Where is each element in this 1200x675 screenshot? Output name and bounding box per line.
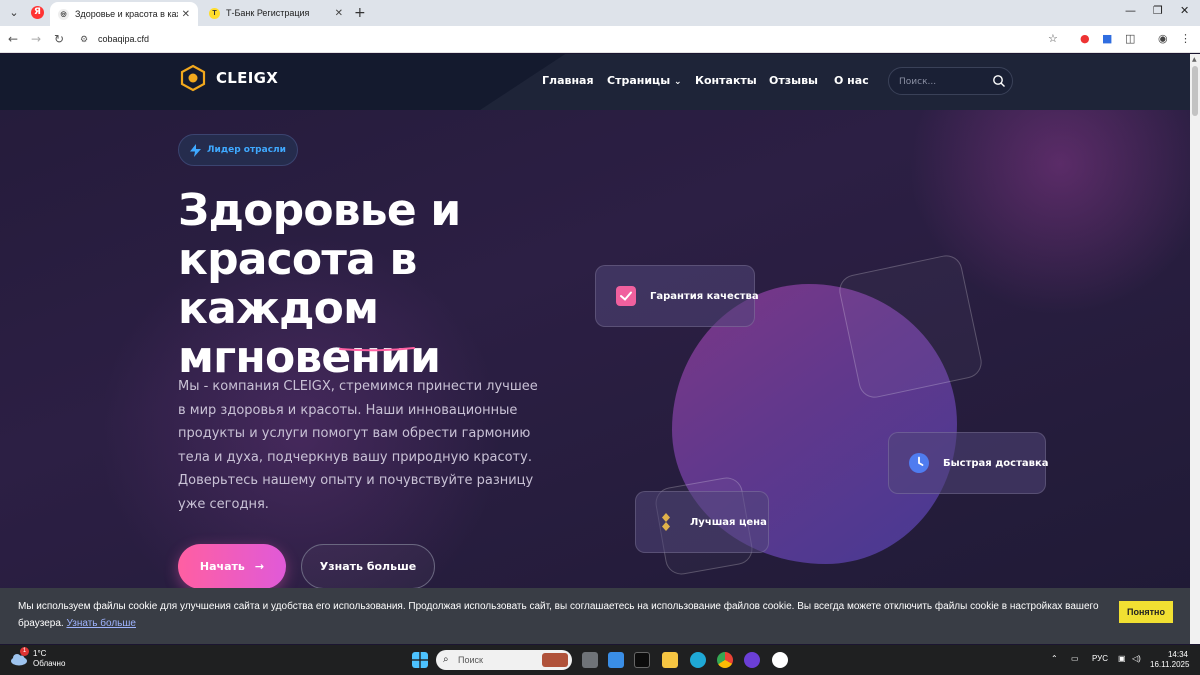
terminal-icon[interactable] [634, 652, 650, 668]
arrow-right-icon: → [254, 560, 265, 573]
store-icon[interactable] [608, 652, 624, 668]
maximize-icon[interactable]: ❐ [1153, 4, 1163, 17]
site-search [888, 67, 1013, 95]
minimize-icon[interactable]: — [1125, 4, 1136, 17]
windows-taskbar: 1 1°C Облачно ⌕ Поиск ⌃ ▭ РУС ▣ ◁) 14:34… [0, 645, 1200, 675]
tab-active[interactable]: ◎ Здоровье и красота в каждом ✕ [50, 2, 198, 26]
nav-about[interactable]: О нас [834, 74, 869, 87]
web-page: CLEIGX Главная Страницы ⌄ Контакты Отзыв… [0, 54, 1190, 644]
start-button[interactable]: Начать → [178, 544, 286, 589]
feature-label: Гарантия качества [650, 290, 759, 302]
task-view-icon[interactable] [582, 652, 598, 668]
nav-contacts[interactable]: Контакты [695, 74, 757, 87]
tray-chevron-icon[interactable]: ⌃ [1051, 654, 1058, 663]
check-icon [616, 286, 636, 306]
weather-temp: 1°C [33, 649, 47, 658]
feature-label: Быстрая доставка [943, 457, 1049, 469]
lightning-icon [190, 143, 202, 157]
url-text: cobaqipa.cfd [98, 34, 150, 44]
notification-badge: 1 [20, 647, 29, 656]
tab-title: Т-Банк Регистрация [226, 8, 310, 18]
nav-reviews[interactable]: Отзывы [769, 74, 818, 87]
diamond-icon [662, 513, 670, 531]
cookie-learn-more-link[interactable]: Узнать больше [66, 618, 136, 629]
site-header: CLEIGX Главная Страницы ⌄ Контакты Отзыв… [0, 54, 1190, 110]
feature-card-delivery: Быстрая доставка [888, 432, 1049, 494]
language-indicator[interactable]: РУС [1092, 654, 1108, 663]
close-window-icon[interactable]: ✕ [1180, 4, 1189, 17]
hero-title: Здоровье и красота в каждом мгновении [178, 185, 461, 383]
page-scrollbar[interactable]: ▲ [1190, 54, 1200, 644]
title-underline [339, 347, 415, 352]
learn-more-label: Узнать больше [319, 560, 417, 573]
search-icon[interactable] [992, 74, 1006, 88]
clock-icon [909, 453, 929, 473]
cookie-accept-button[interactable]: Понятно [1119, 601, 1173, 623]
scroll-up-icon[interactable]: ▲ [1192, 56, 1197, 63]
badge-label: Лидер отрасли [207, 145, 286, 155]
start-button-label: Начать [199, 560, 245, 573]
keyboard-icon[interactable]: ▭ [1071, 654, 1079, 663]
site-info-icon[interactable]: ⚙ [80, 29, 88, 50]
reload-icon[interactable]: ↻ [54, 32, 64, 46]
clock-time: 14:34 [1167, 650, 1188, 659]
tab-search-icon[interactable]: ⌄ [6, 5, 22, 21]
profile-icon[interactable]: ◉ [1158, 32, 1168, 45]
edge-icon[interactable] [690, 652, 706, 668]
weather-condition: Облачно [33, 659, 66, 668]
hero-description: Мы - компания CLEIGX, стремимся принести… [178, 379, 538, 512]
search-icon: ⌕ [443, 654, 449, 665]
logo-text: CLEIGX [216, 69, 279, 87]
forward-icon[interactable]: → [31, 32, 41, 46]
nav-pages[interactable]: Страницы ⌄ [607, 74, 682, 87]
file-explorer-icon[interactable] [662, 652, 678, 668]
new-tab-icon[interactable]: + [354, 5, 366, 21]
decor-frame [836, 252, 985, 401]
hexagon-logo-icon [180, 64, 206, 92]
alice-icon[interactable] [744, 652, 760, 668]
browser-toolbar: ← → ↻ ⚙ cobaqipa.cfd ☆ ● ■ ◫ ◉ ⋮ [0, 26, 1200, 53]
system-clock[interactable]: 14:34 16.11.2025 [1150, 650, 1190, 670]
industry-leader-badge: Лидер отрасли [178, 134, 298, 166]
search-highlight-image [542, 653, 568, 667]
tbank-favicon-icon: T [209, 7, 220, 19]
yandex-icon[interactable]: Я [31, 6, 44, 19]
nav-pages-label: Страницы [607, 74, 671, 87]
chevron-down-icon: ⌄ [674, 77, 682, 87]
feature-card-price: Лучшая цена [635, 491, 769, 553]
network-icon[interactable]: ▣ [1118, 654, 1126, 663]
weather-widget[interactable]: 1 1°C Облачно [10, 647, 66, 669]
yandex-browser-icon[interactable] [772, 652, 788, 668]
volume-icon[interactable]: ◁) [1132, 654, 1141, 663]
bookmark-star-icon[interactable]: ☆ [1048, 32, 1058, 45]
nav-home[interactable]: Главная [542, 74, 594, 87]
yandex-extension-icon[interactable]: ● [1080, 32, 1090, 45]
taskbar-search[interactable]: ⌕ Поиск [436, 650, 572, 670]
address-bar[interactable]: ⚙ cobaqipa.cfd [76, 29, 1072, 50]
site-logo[interactable]: CLEIGX [179, 64, 278, 92]
tab-tbank[interactable]: T Т-Банк Регистрация ✕ [201, 0, 351, 26]
back-icon[interactable]: ← [8, 32, 18, 46]
extensions-icon[interactable]: ◫ [1125, 32, 1135, 45]
cookie-banner: Мы используем файлы cookie для улучшения… [0, 588, 1190, 644]
feature-label: Лучшая цена [690, 516, 767, 528]
chrome-icon[interactable] [717, 652, 733, 668]
browser-tab-bar: ⌄ Я ◎ Здоровье и красота в каждом ✕ T Т-… [0, 0, 1200, 26]
tab-title: Здоровье и красота в каждом [75, 9, 178, 19]
feature-card-quality: Гарантия качества [595, 265, 759, 327]
site-favicon-icon: ◎ [58, 8, 69, 20]
cookie-text-wrap: Мы используем файлы cookie для улучшения… [18, 598, 1108, 632]
menu-dots-icon[interactable]: ⋮ [1180, 32, 1191, 45]
translate-icon[interactable]: ■ [1102, 32, 1112, 45]
scrollbar-thumb[interactable] [1192, 66, 1198, 116]
close-tab-icon[interactable]: ✕ [182, 9, 190, 20]
learn-more-button[interactable]: Узнать больше [301, 544, 435, 589]
close-tab-icon[interactable]: ✕ [335, 8, 343, 19]
clock-date: 16.11.2025 [1150, 660, 1190, 669]
cookie-text: Мы используем файлы cookie для улучшения… [18, 601, 1099, 629]
search-input[interactable] [899, 74, 989, 89]
windows-start-icon[interactable] [412, 652, 428, 668]
taskbar-search-placeholder: Поиск [458, 655, 483, 665]
